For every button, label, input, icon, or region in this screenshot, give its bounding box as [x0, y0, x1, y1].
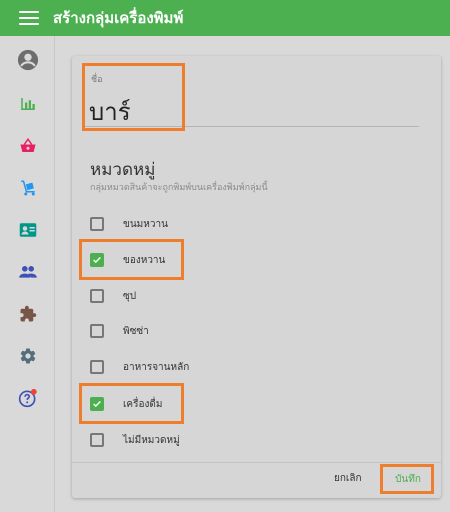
group-name-field[interactable]: ชื่อ บาร์ [82, 70, 178, 128]
dolly-icon [20, 180, 35, 196]
sidebar-item-extensions[interactable] [0, 296, 55, 332]
sidebar-item-staff[interactable] [0, 254, 55, 290]
create-printer-group-form: ชื่อ บาร์ หมวดหมู่ กลุ่มหมวดสินค้าจะถูกพ… [72, 56, 441, 498]
field-underline [82, 126, 419, 127]
category-label: ของหวาน [123, 254, 166, 266]
cancel-button[interactable]: ยกเลิก [334, 471, 362, 486]
sidebar-item-reports[interactable] [0, 86, 55, 122]
checkbox[interactable] [90, 217, 104, 231]
menu-icon[interactable] [19, 11, 39, 25]
puzzle-icon [20, 305, 36, 322]
help-icon [18, 388, 37, 408]
checkbox-checked[interactable] [90, 397, 104, 411]
category-item[interactable]: ของหวาน [90, 248, 290, 272]
group-name-label: ชื่อ [91, 75, 103, 85]
category-label: ซุป [123, 290, 137, 302]
category-section-description: กลุ่มหมวดสินค้าจะถูกพิมพ์บนเครื่องพิมพ์ก… [90, 183, 268, 193]
category-item[interactable]: ซุป [90, 284, 290, 308]
sidebar [0, 36, 55, 512]
sidebar-item-account[interactable] [0, 42, 55, 78]
category-label: ขนมหวาน [123, 218, 168, 230]
gear-icon [20, 348, 35, 364]
checkbox[interactable] [90, 289, 104, 303]
category-label: อาหารจานหลัก [123, 361, 190, 373]
checkbox[interactable] [90, 360, 104, 374]
contact-card-icon [19, 223, 36, 237]
notification-badge [30, 388, 37, 395]
shopping-basket-icon [20, 137, 35, 152]
category-section-title: หมวดหมู่ [90, 160, 156, 180]
page-title: สร้างกลุ่มเครื่องพิมพ์ [53, 9, 184, 27]
category-item[interactable]: พิซซ่า [90, 319, 290, 343]
sidebar-item-settings[interactable] [0, 338, 55, 374]
category-item[interactable]: เครื่องดื่ม [90, 392, 290, 416]
app-bar: สร้างกลุ่มเครื่องพิมพ์ [0, 0, 450, 36]
sidebar-item-help[interactable] [0, 380, 55, 416]
checkbox[interactable] [90, 324, 104, 338]
category-label: ไม่มีหมวดหมู่ [123, 434, 180, 446]
account-circle-icon [17, 49, 38, 71]
category-item[interactable]: ไม่มีหมวดหมู่ [90, 428, 290, 452]
category-item[interactable]: ขนมหวาน [90, 212, 290, 236]
category-label: พิซซ่า [123, 325, 149, 337]
checkbox-checked[interactable] [90, 253, 104, 267]
category-item[interactable]: อาหารจานหลัก [90, 355, 290, 379]
sidebar-item-inventory[interactable] [0, 170, 55, 206]
checkbox[interactable] [90, 433, 104, 447]
sidebar-item-orders[interactable] [0, 128, 55, 164]
save-button[interactable]: บันทึก [382, 466, 434, 493]
category-label: เครื่องดื่ม [123, 398, 163, 410]
bar-chart-icon [20, 98, 35, 110]
sidebar-item-customers[interactable] [0, 212, 55, 248]
people-icon [18, 266, 37, 278]
form-actions: ยกเลิก บันทึก [72, 462, 441, 498]
